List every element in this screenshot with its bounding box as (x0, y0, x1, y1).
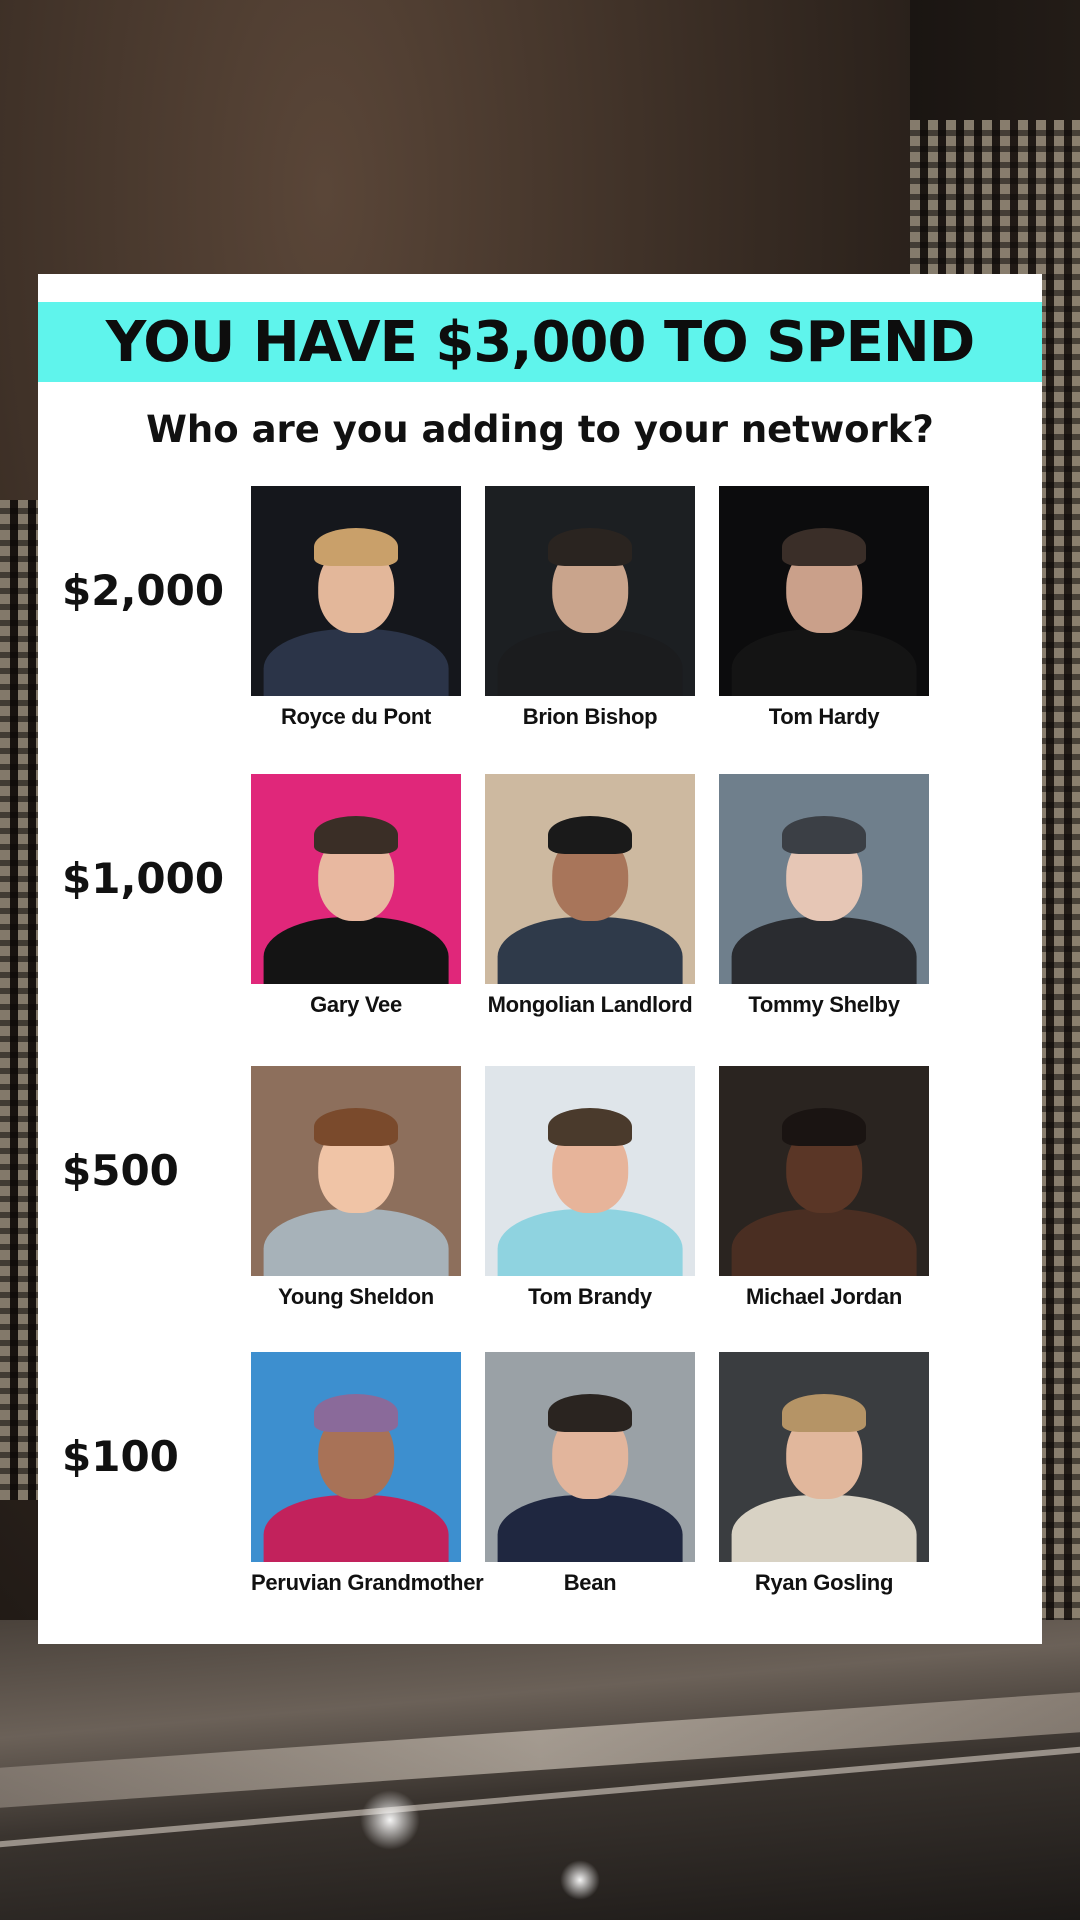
person-photo (719, 486, 929, 696)
person-option[interactable]: Michael Jordan (719, 1066, 929, 1310)
person-option[interactable]: Ryan Gosling (719, 1352, 929, 1596)
person-option[interactable]: Mongolian Landlord (485, 774, 695, 1018)
person-photo (719, 1066, 929, 1276)
person-name: Royce du Pont (280, 704, 432, 729)
price-tier: $1,000 Gary Vee Mongolian Landlord Tommy Sh… (38, 774, 1042, 1024)
person-option[interactable]: Royce du Pont (251, 486, 461, 730)
tier-price: $2,000 (62, 566, 225, 615)
person-name: Peruvian Grandmother (251, 1570, 484, 1595)
person-name: Young Sheldon (278, 1284, 434, 1309)
person-name: Gary Vee (310, 992, 402, 1017)
title-banner: YOU HAVE $3,000 TO SPEND (38, 302, 1042, 382)
page-title: YOU HAVE $3,000 TO SPEND (105, 309, 975, 375)
person-photo (485, 1066, 695, 1276)
tier-price: $1,000 (62, 854, 225, 903)
person-photo (719, 1352, 929, 1562)
person-name: Ryan Gosling (754, 1570, 894, 1595)
person-photo (251, 486, 461, 696)
person-option[interactable]: Peruvian Grandmother (251, 1352, 484, 1596)
price-tier: $2,000 Royce du Pont Brion Bishop Tom Hardy (38, 486, 1042, 736)
person-option[interactable]: Brion Bishop (485, 486, 695, 730)
person-name: Michael Jordan (746, 1284, 902, 1309)
person-name: Bean (563, 1570, 617, 1595)
price-tier: $100 Peruvian Grandmother Bean Ryan Gosling (38, 1352, 1042, 1602)
person-option[interactable]: Tom Hardy (719, 486, 929, 730)
street-light (360, 1790, 420, 1850)
person-photo (485, 774, 695, 984)
street-light (560, 1860, 600, 1900)
person-photo (485, 1352, 695, 1562)
person-photo (485, 486, 695, 696)
person-option[interactable]: Bean (485, 1352, 695, 1596)
person-option[interactable]: Tommy Shelby (719, 774, 929, 1018)
person-photo (251, 1066, 461, 1276)
person-option[interactable]: Gary Vee (251, 774, 461, 1018)
price-tier: $500 Young Sheldon Tom Brandy Michael Jorda… (38, 1066, 1042, 1316)
network-card: YOU HAVE $3,000 TO SPEND Who are you add… (38, 274, 1042, 1644)
person-name: Mongolian Landlord (487, 992, 693, 1017)
bridge-road (0, 1620, 1080, 1920)
person-name: Tom Hardy (768, 704, 880, 729)
person-photo (251, 1352, 461, 1562)
person-photo (719, 774, 929, 984)
person-name: Brion Bishop (522, 704, 658, 729)
person-option[interactable]: Young Sheldon (251, 1066, 461, 1310)
building-left (0, 500, 40, 1500)
person-name: Tom Brandy (528, 1284, 652, 1309)
person-option[interactable]: Tom Brandy (485, 1066, 695, 1310)
person-photo (251, 774, 461, 984)
person-name: Tommy Shelby (748, 992, 900, 1017)
tier-price: $100 (62, 1432, 179, 1481)
page-subtitle: Who are you adding to your network? (146, 408, 934, 451)
tier-price: $500 (62, 1146, 179, 1195)
